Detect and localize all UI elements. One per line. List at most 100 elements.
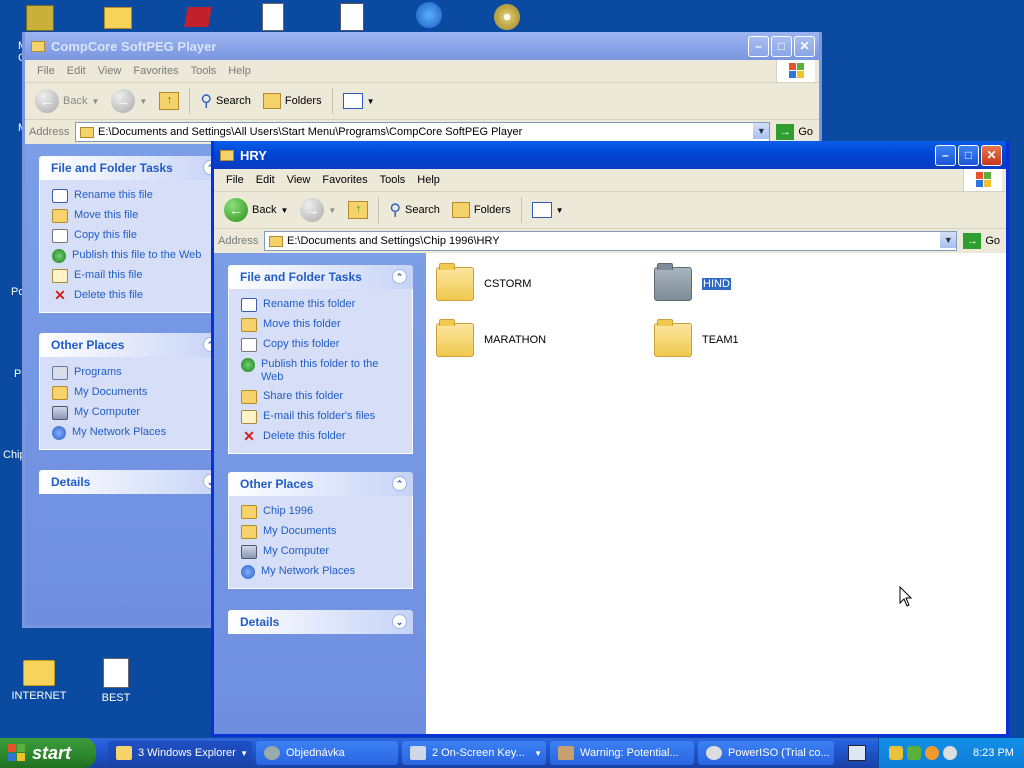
task-publish[interactable]: Publish this folder to the Web	[241, 355, 412, 387]
menu-tools[interactable]: Tools	[374, 174, 412, 186]
desktop-icon-top-3[interactable]	[184, 7, 212, 27]
place-chip-1996[interactable]: Chip 1996	[241, 502, 412, 522]
taskbar-button-warning[interactable]: Warning: Potential...	[550, 741, 694, 765]
place-my-computer[interactable]: My Computer	[241, 542, 412, 562]
task-email[interactable]: E-mail this folder's files	[241, 407, 412, 427]
go-button[interactable]: → Go	[957, 233, 1006, 249]
go-button[interactable]: → Go	[770, 124, 819, 140]
window-titlebar[interactable]: CompCore SoftPEG Player – □ ✕	[25, 32, 819, 60]
window-titlebar[interactable]: HRY – □ ✕	[214, 141, 1006, 169]
panel-header[interactable]: File and Folder Tasks ⌃	[228, 265, 413, 289]
back-button[interactable]: ← Back ▼	[31, 87, 103, 115]
collapse-chevron-icon[interactable]: ⌃	[392, 476, 407, 491]
maximize-button[interactable]: □	[958, 145, 979, 166]
folder-item-cstorm[interactable]: CSTORM	[436, 263, 531, 301]
views-button[interactable]: ▼	[528, 196, 568, 224]
search-button[interactable]: ⚲ Search	[196, 87, 255, 115]
desktop-icon-top-4[interactable]	[262, 3, 284, 31]
place-my-documents[interactable]: My Documents	[241, 522, 412, 542]
folder-icon	[654, 263, 692, 301]
app-icon	[264, 746, 280, 760]
task-share[interactable]: Share this folder	[241, 387, 412, 407]
menu-edit[interactable]: Edit	[61, 65, 92, 77]
maximize-button[interactable]: □	[771, 36, 792, 57]
task-delete[interactable]: ✕ Delete this file	[52, 286, 223, 306]
up-folder-button[interactable]: ↑	[155, 87, 183, 115]
menu-favorites[interactable]: Favorites	[127, 65, 184, 77]
place-my-documents[interactable]: My Documents	[52, 383, 223, 403]
folder-item-hind[interactable]: HIND	[654, 263, 732, 301]
network-icon[interactable]	[907, 746, 921, 760]
task-move[interactable]: Move this file	[52, 206, 223, 226]
menu-favorites[interactable]: Favorites	[316, 174, 373, 186]
address-dropdown-icon[interactable]: ▼	[753, 123, 770, 139]
menu-view[interactable]: View	[92, 65, 128, 77]
keyboard-layout-icon[interactable]	[848, 745, 866, 761]
menu-view[interactable]: View	[281, 174, 317, 186]
task-publish[interactable]: Publish this file to the Web	[52, 246, 223, 266]
taskbar-button-on-screen-keyboard[interactable]: 2 On-Screen Key... ▼	[402, 741, 546, 765]
task-rename[interactable]: Rename this file	[52, 186, 223, 206]
forward-button[interactable]: → ▼	[296, 196, 340, 224]
window-hry[interactable]: HRY – □ ✕ File Edit View Favorites Tools…	[211, 141, 1009, 737]
file-folder-tasks-panel: File and Folder Tasks ⌃ Rename this file…	[39, 156, 224, 313]
menu-edit[interactable]: Edit	[250, 174, 281, 186]
desktop-icon-top-7[interactable]	[494, 4, 520, 30]
close-button[interactable]: ✕	[981, 145, 1002, 166]
views-button[interactable]: ▼	[339, 87, 379, 115]
minimize-button[interactable]: –	[748, 36, 769, 57]
clock[interactable]: 8:23 PM	[973, 747, 1014, 759]
back-button[interactable]: ← Back ▼	[220, 196, 292, 224]
address-value: E:\Documents and Settings\All Users\Star…	[98, 126, 523, 138]
desktop-icon-best[interactable]: BEST	[86, 658, 146, 704]
place-programs[interactable]: Programs	[52, 363, 223, 383]
close-button[interactable]: ✕	[794, 36, 815, 57]
taskbar-button-objednavka[interactable]: Objednávka	[256, 741, 398, 765]
desktop-icon-top-5[interactable]	[340, 3, 364, 31]
menu-file[interactable]: File	[31, 65, 61, 77]
menu-help[interactable]: Help	[411, 174, 446, 186]
task-move[interactable]: Move this folder	[241, 315, 412, 335]
panel-header[interactable]: Other Places ⌃	[228, 472, 413, 496]
start-button[interactable]: start	[0, 738, 96, 768]
task-rename[interactable]: Rename this folder	[241, 295, 412, 315]
task-copy[interactable]: Copy this file	[52, 226, 223, 246]
taskbar-button-poweriso[interactable]: PowerISO (Trial co...	[698, 741, 834, 765]
place-my-network-places[interactable]: My Network Places	[241, 562, 412, 582]
expand-chevron-icon[interactable]: ⌄	[392, 614, 407, 629]
disc-icon[interactable]	[943, 746, 957, 760]
panel-header[interactable]: File and Folder Tasks ⌃	[39, 156, 224, 180]
minimize-button[interactable]: –	[935, 145, 956, 166]
desktop-icon-top-2[interactable]	[104, 7, 132, 29]
forward-button[interactable]: → ▼	[107, 87, 151, 115]
folder-content-area[interactable]: CSTORM HIND MARATHON TEAM1	[426, 253, 1006, 734]
desktop-icon-internet[interactable]: INTERNET	[9, 660, 69, 702]
menu-tools[interactable]: Tools	[185, 65, 223, 77]
search-icon[interactable]	[925, 746, 939, 760]
menu-help[interactable]: Help	[222, 65, 257, 77]
desktop-icon-top-1[interactable]	[26, 5, 54, 31]
panel-header[interactable]: Other Places ⌃	[39, 333, 224, 357]
address-dropdown-icon[interactable]: ▼	[940, 232, 957, 248]
address-input[interactable]: E:\Documents and Settings\All Users\Star…	[75, 122, 771, 142]
desktop-icon-top-6[interactable]	[416, 2, 442, 28]
task-copy[interactable]: Copy this folder	[241, 335, 412, 355]
task-delete[interactable]: ✕ Delete this folder	[241, 427, 412, 447]
panel-header[interactable]: Details ⌄	[228, 610, 413, 634]
taskbar-button-windows-explorer[interactable]: 3 Windows Explorer ▼	[108, 741, 252, 765]
up-folder-button[interactable]: ↑	[344, 196, 372, 224]
task-email[interactable]: E-mail this file	[52, 266, 223, 286]
address-input[interactable]: E:\Documents and Settings\Chip 1996\HRY …	[264, 231, 958, 251]
folders-button[interactable]: Folders	[259, 87, 326, 115]
place-my-network-places[interactable]: My Network Places	[52, 423, 223, 443]
collapse-chevron-icon[interactable]: ⌃	[392, 269, 407, 284]
folder-item-marathon[interactable]: MARATHON	[436, 319, 546, 357]
shield-icon[interactable]	[889, 746, 903, 760]
folders-button[interactable]: Folders	[448, 196, 515, 224]
menu-file[interactable]: File	[220, 174, 250, 186]
panel-header[interactable]: Details ⌄	[39, 470, 224, 494]
search-button[interactable]: ⚲ Search	[385, 196, 444, 224]
folder-item-team1[interactable]: TEAM1	[654, 319, 739, 357]
place-my-computer[interactable]: My Computer	[52, 403, 223, 423]
folder-icon	[23, 660, 55, 686]
